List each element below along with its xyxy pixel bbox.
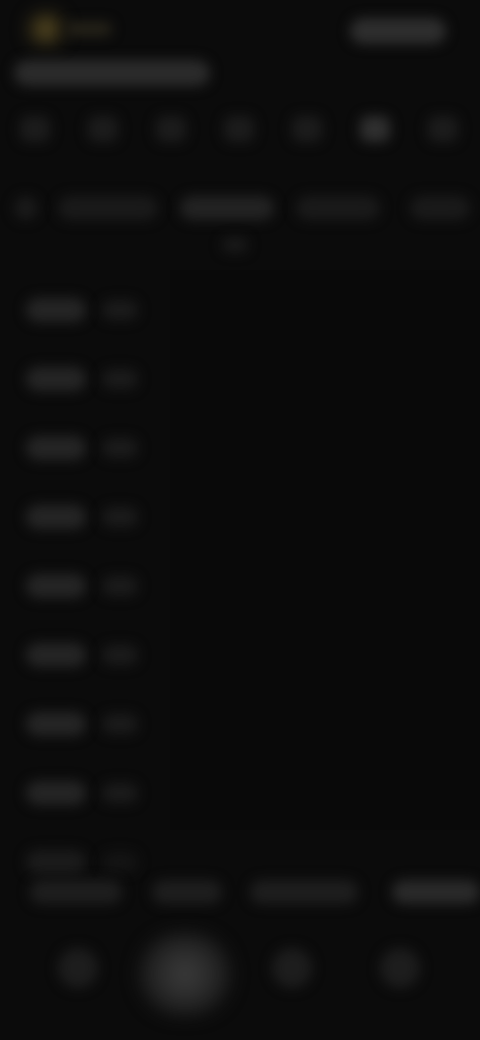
app-logo-icon[interactable] [26,14,66,44]
chip-2[interactable] [152,880,222,904]
item-list [0,280,480,880]
category-icon-6[interactable] [360,116,390,142]
category-icon-3[interactable] [156,116,186,142]
chip-1[interactable] [30,880,122,904]
list-item-primary [26,367,86,391]
home-icon[interactable] [58,948,98,988]
list-item-primary [26,781,86,805]
list-item[interactable] [0,627,170,683]
tab-4[interactable] [410,196,470,220]
list-item-secondary [102,507,138,527]
list-item-primary [26,712,86,736]
nav-icon-4[interactable] [380,948,420,988]
app-name-placeholder [66,22,112,36]
list-item[interactable] [0,282,170,338]
list-item[interactable] [0,351,170,407]
list-item-secondary [102,438,138,458]
list-item-secondary [102,714,138,734]
category-icon-4[interactable] [224,116,254,142]
bottom-navigation [0,920,480,1040]
list-item[interactable] [0,489,170,545]
list-item[interactable] [0,765,170,821]
list-item-primary [26,643,86,667]
page-title-placeholder [14,60,210,86]
tab-indicator [222,238,248,252]
tab-1[interactable] [58,196,158,220]
list-item-secondary [102,783,138,803]
tab-2[interactable] [180,196,274,220]
list-item-secondary [102,576,138,596]
category-icon-row [0,106,480,150]
chip-4[interactable] [392,880,480,904]
list-item-primary [26,298,86,322]
list-item-primary [26,436,86,460]
tab-3[interactable] [296,196,380,220]
category-icon-5[interactable] [292,116,322,142]
category-icon-2[interactable] [88,116,118,142]
nav-icon-3[interactable] [272,948,312,988]
category-icon-7[interactable] [428,116,458,142]
list-item[interactable] [0,696,170,752]
list-item-primary [26,505,86,529]
chip-3[interactable] [250,880,358,904]
center-action-icon[interactable] [140,934,230,1014]
list-item[interactable] [0,558,170,614]
chip-strip [0,866,480,920]
list-item[interactable] [0,420,170,476]
category-icon-1[interactable] [20,116,50,142]
tab-dot-icon[interactable] [14,196,38,220]
list-item-secondary [102,645,138,665]
list-item-secondary [102,300,138,320]
list-item-primary [26,574,86,598]
account-pill-button[interactable] [350,18,446,44]
filter-tab-row [0,186,480,266]
app-screen [0,0,480,1040]
list-item-secondary [102,369,138,389]
